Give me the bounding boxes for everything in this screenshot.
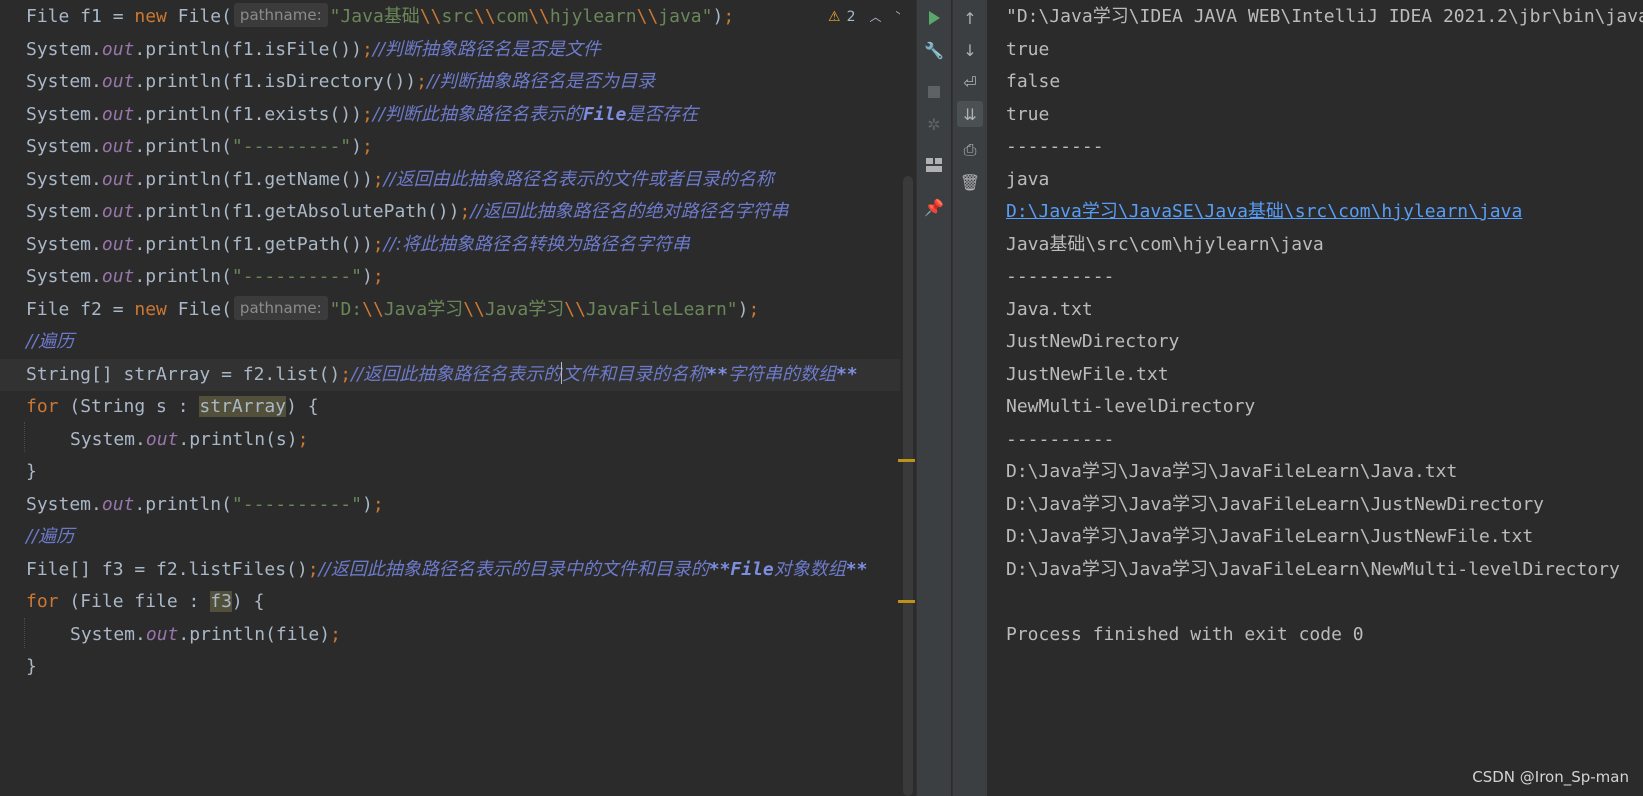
code-line-9[interactable]: System.out.println("----------"); xyxy=(0,261,900,294)
console-line: false xyxy=(1006,71,1061,92)
code-editor[interactable]: File f1 = new File(pathname: "Java基础\\src… xyxy=(0,0,900,796)
soft-wrap-icon[interactable]: ⏎ xyxy=(957,69,983,95)
warning-count: 2 xyxy=(846,8,856,25)
inspection-widget[interactable]: ⚠ 2 ︿ ﹀ xyxy=(828,8,900,25)
run-console[interactable]: "D:\Java学习\IDEA JAVA WEB\IntelliJ IDEA 2… xyxy=(988,0,1643,796)
code-line-1[interactable]: File f1 = new File(pathname: "Java基础\\src… xyxy=(0,1,900,34)
arrow-down-icon[interactable]: ↓ xyxy=(957,37,983,63)
code-line-8[interactable]: System.out.println(f1.getPath());//:将此抽象… xyxy=(0,229,900,262)
arrow-up-icon[interactable]: ↑ xyxy=(957,5,983,31)
code-line-15[interactable]: } xyxy=(0,456,900,489)
trash-icon[interactable]: 🗑 xyxy=(957,169,983,195)
run-toolbar: 🔧 ✲ 📌 xyxy=(916,0,951,796)
code-line-14[interactable]: System.out.println(s); xyxy=(0,424,900,457)
parameter-hint: pathname: xyxy=(233,3,328,27)
console-path-link[interactable]: D:\Java学习\JavaSE\Java基础\src\com\hjylearn… xyxy=(1006,196,1522,229)
console-line: ---------- xyxy=(1006,266,1115,287)
code-line-2[interactable]: System.out.println(f1.isFile());//判断抽象路径… xyxy=(0,34,900,67)
console-line: ---------- xyxy=(1006,428,1115,450)
console-line: true xyxy=(1006,38,1050,60)
chevron-up-icon[interactable]: ︿ xyxy=(869,8,881,25)
debug-icon[interactable]: ✲ xyxy=(921,111,947,137)
console-line: D:\Java学习\Java学习\JavaFileLearn\NewMulti-… xyxy=(1006,558,1620,580)
usage-highlight: strArray xyxy=(199,396,287,417)
layout-icon[interactable] xyxy=(921,152,947,178)
code-line-5[interactable]: System.out.println("---------"); xyxy=(0,131,900,164)
code-line-17[interactable]: //遍历 xyxy=(0,521,900,554)
code-line-10[interactable]: File f2 = new File(pathname: "D:\\Java学习\… xyxy=(0,294,900,327)
console-line: "D:\Java学习\IDEA JAVA WEB\IntelliJ IDEA 2… xyxy=(1006,6,1643,27)
code-line-6[interactable]: System.out.println(f1.getName());//返回由此抽… xyxy=(0,164,900,197)
console-line: --------- xyxy=(1006,136,1104,157)
console-line: true xyxy=(1006,103,1050,125)
warning-icon: ⚠ xyxy=(828,8,841,25)
console-toolbar: ↑ ↓ ⏎ ⇊ ⎙ 🗑 xyxy=(952,0,987,796)
console-line: NewMulti-levelDirectory xyxy=(1006,396,1256,417)
scroll-to-end-icon[interactable]: ⇊ xyxy=(957,101,983,127)
code-line-19[interactable]: for (File file : f3) { xyxy=(0,586,900,619)
console-line: D:\Java学习\Java学习\JavaFileLearn\JustNewFi… xyxy=(1006,526,1534,547)
console-line: Java.txt xyxy=(1006,298,1093,320)
console-line: JustNewFile.txt xyxy=(1006,363,1169,385)
warning-stripe-marker[interactable] xyxy=(898,600,915,603)
console-line: java xyxy=(1006,168,1050,190)
editor-scrollbar-thumb[interactable] xyxy=(903,176,913,796)
code-line-13[interactable]: for (String s : strArray) { xyxy=(0,391,900,424)
code-line-12[interactable]: String[] strArray = f2.list();//返回此抽象路径名… xyxy=(0,358,900,391)
code-line-18[interactable]: File[] f3 = f2.listFiles();//返回此抽象路径名表示的… xyxy=(0,554,900,587)
code-line-4[interactable]: System.out.println(f1.exists());//判断此抽象路… xyxy=(0,99,900,132)
parameter-hint: pathname: xyxy=(233,295,328,320)
watermark: CSDN @Iron_Sp-man xyxy=(1472,768,1629,786)
code-line-20[interactable]: System.out.println(file); xyxy=(0,619,900,652)
wrench-icon[interactable]: 🔧 xyxy=(921,37,947,63)
console-line: D:\Java学习\Java学习\JavaFileLearn\Java.txt xyxy=(1006,461,1458,482)
pin-icon[interactable]: 📌 xyxy=(921,194,947,220)
usage-highlight: f3 xyxy=(210,591,232,612)
code-line-3[interactable]: System.out.println(f1.isDirectory());//判… xyxy=(0,66,900,99)
print-icon[interactable]: ⎙ xyxy=(957,137,983,163)
code-line-7[interactable]: System.out.println(f1.getAbsolutePath())… xyxy=(0,196,900,229)
code-line-21[interactable]: } xyxy=(0,651,900,684)
stop-icon[interactable] xyxy=(921,79,947,105)
code-line-16[interactable]: System.out.println("----------"); xyxy=(0,489,900,522)
console-line: D:\Java学习\Java学习\JavaFileLearn\JustNewDi… xyxy=(1006,493,1544,515)
console-exit-message: Process finished with exit code 0 xyxy=(1006,623,1364,645)
console-line: JustNewDirectory xyxy=(1006,331,1180,352)
console-line: Java基础\src\com\hjylearn\java xyxy=(1006,233,1324,255)
warning-stripe-marker[interactable] xyxy=(898,459,915,462)
code-line-11[interactable]: //遍历 xyxy=(0,326,900,359)
run-icon[interactable] xyxy=(921,5,947,31)
